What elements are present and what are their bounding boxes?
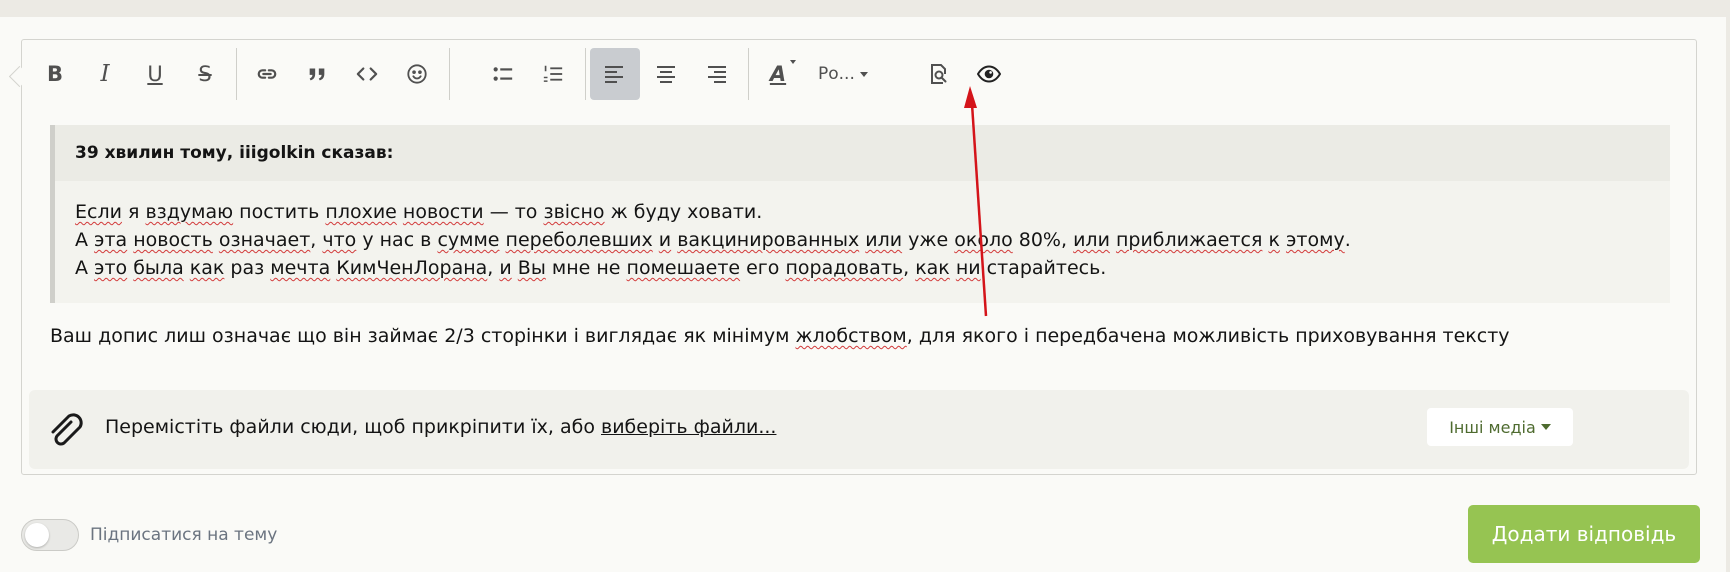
- align-right-button[interactable]: [693, 48, 739, 100]
- toolbar-separator: [236, 48, 237, 100]
- quote-button[interactable]: [294, 48, 340, 100]
- align-left-button[interactable]: [590, 48, 640, 100]
- text-color-icon: A: [769, 59, 797, 87]
- font-family-value: Ро...: [818, 64, 855, 84]
- attachment-drop-text: Перемістіть файли сюди, щоб прикріпити ї…: [105, 416, 595, 438]
- numbered-list-button[interactable]: [530, 48, 576, 100]
- text-color-button[interactable]: A: [755, 48, 801, 100]
- numbered-list-icon: [543, 65, 563, 82]
- align-right-icon: [708, 66, 726, 83]
- font-family-select[interactable]: Ро...: [818, 48, 868, 100]
- blockquote: 39 хвилин тому, iiigolkin сказав: Если я…: [50, 125, 1670, 303]
- subscribe-toggle[interactable]: [21, 519, 79, 551]
- other-media-button[interactable]: Інші медіа: [1427, 408, 1573, 446]
- eye-icon: [977, 65, 1001, 83]
- other-media-label: Інші медіа: [1449, 417, 1536, 437]
- choose-files-link[interactable]: виберіть файли...: [601, 416, 776, 438]
- quote-line-1: Если я вздумаю постить плохие новости — …: [75, 201, 763, 223]
- code-button[interactable]: [344, 48, 390, 100]
- bullet-list-button[interactable]: [480, 48, 526, 100]
- preview-icon: [931, 64, 947, 84]
- bullet-list-icon: [493, 67, 513, 81]
- align-center-icon: [657, 66, 675, 83]
- paperclip-icon: [51, 413, 83, 446]
- emoji-button[interactable]: [394, 48, 440, 100]
- toolbar-separator: [585, 48, 586, 100]
- emoji-icon: [407, 64, 427, 84]
- link-button[interactable]: [244, 48, 290, 100]
- strikethrough-icon: S: [198, 62, 212, 86]
- link-icon: [257, 69, 277, 79]
- bold-icon: B: [46, 62, 63, 86]
- underline-button[interactable]: U: [132, 48, 178, 100]
- attachment-instructions: Перемістіть файли сюди, щоб прикріпити ї…: [105, 416, 776, 438]
- toolbar-separator: [748, 48, 749, 100]
- caret-down-icon: [790, 59, 797, 64]
- toggle-knob: [25, 523, 49, 547]
- submit-reply-button[interactable]: Додати відповідь: [1468, 505, 1700, 563]
- caret-down-icon: [859, 71, 868, 77]
- subscribe-label: Підписатися на тему: [90, 525, 278, 545]
- rich-text-editor[interactable]: B I U S A Ро... 39 хвилин тому, iiigolki…: [21, 39, 1697, 475]
- attachment-dropzone[interactable]: Перемістіть файли сюди, щоб прикріпити ї…: [29, 390, 1689, 469]
- underline-icon: U: [147, 62, 163, 86]
- quote-icon: [309, 68, 325, 81]
- code-icon: [356, 67, 378, 81]
- text-color-glyph: A: [769, 61, 787, 86]
- preview-button[interactable]: [916, 48, 962, 100]
- italic-icon: I: [100, 61, 110, 87]
- quote-line-3: А это была как раз мечта КимЧенЛорана, и…: [75, 257, 1107, 279]
- quote-line-2: А эта новость означает, что у нас в сумм…: [75, 229, 1351, 251]
- italic-button[interactable]: I: [82, 48, 128, 100]
- reply-text[interactable]: Ваш допис лиш означає що він займає 2/3 …: [50, 322, 1510, 350]
- toolbar-separator: [449, 48, 450, 100]
- toggle-preview-button[interactable]: [966, 48, 1012, 100]
- quote-header: 39 хвилин тому, iiigolkin сказав:: [55, 125, 1670, 181]
- caret-down-icon: [1540, 424, 1551, 430]
- quote-body: Если я вздумаю постить плохие новости — …: [55, 181, 1670, 282]
- bold-button[interactable]: B: [32, 48, 78, 100]
- align-center-button[interactable]: [643, 48, 689, 100]
- strikethrough-button[interactable]: S: [182, 48, 228, 100]
- align-left-icon: [605, 66, 623, 83]
- editor-toolbar: B I U S A Ро...: [22, 40, 1696, 106]
